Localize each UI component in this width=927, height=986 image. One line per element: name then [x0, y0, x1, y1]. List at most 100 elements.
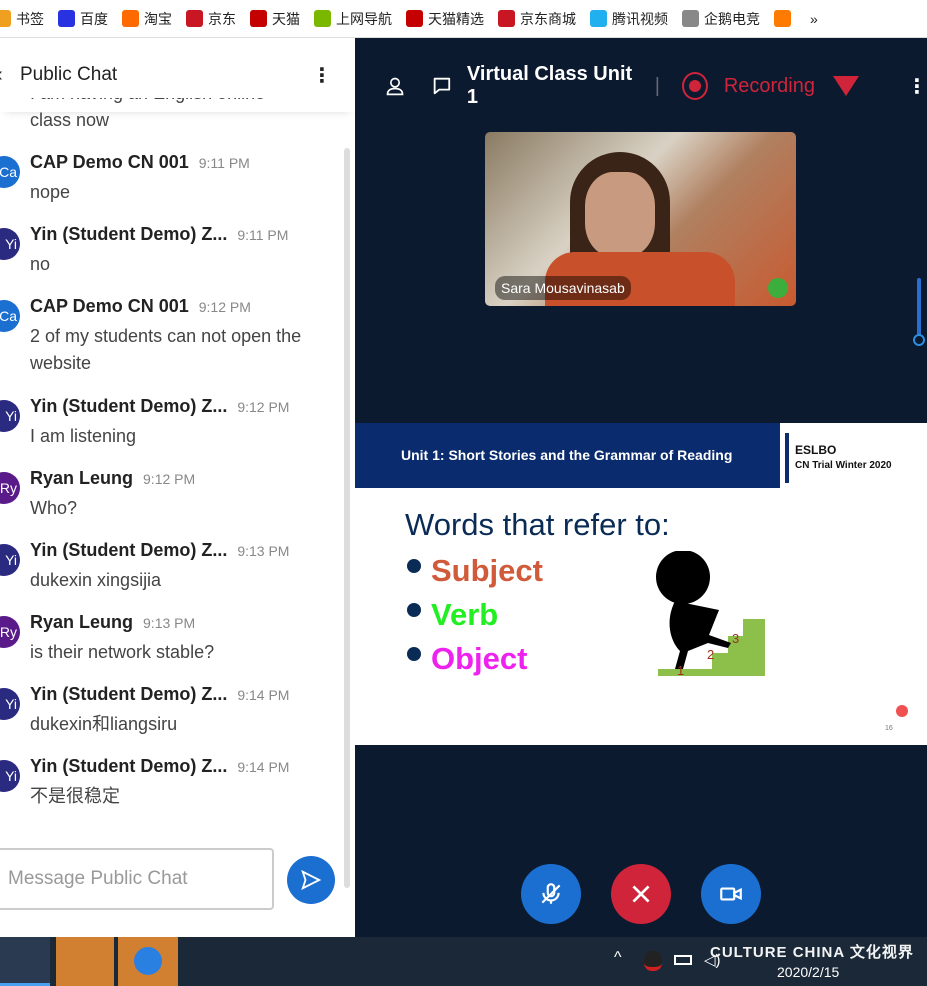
sender-name: CAP Demo CN 001: [30, 152, 189, 172]
laser-pointer: [896, 705, 908, 717]
back-chevron-icon[interactable]: ‹: [0, 64, 3, 87]
message-input[interactable]: Message Public Chat: [0, 848, 274, 910]
meeting-area: Virtual Class Unit 1 | Recording ⋮ Sara …: [355, 38, 927, 937]
recording-icon[interactable]: [681, 72, 708, 100]
svg-text:2: 2: [707, 647, 714, 662]
chat-message: Yi Yin (Student Demo) Z... 9:11 PM no: [0, 224, 345, 296]
more-options-icon[interactable]: ⋮: [907, 74, 927, 99]
chat-scrollbar[interactable]: [344, 148, 350, 888]
bookmark-label: 百度: [80, 10, 108, 27]
bookmark-label: 腾讯视频: [612, 10, 668, 27]
message-time: 9:11 PM: [237, 227, 289, 243]
message-text: I am listening: [30, 426, 137, 446]
presentation-slide: Unit 1: Short Stories and the Grammar of…: [355, 423, 927, 745]
avatar: Yi: [0, 400, 20, 432]
chat-bubble-icon[interactable]: [431, 75, 453, 97]
watermark: CULTURE CHINA 文化视界: [710, 944, 914, 961]
slide-brand-sub: CN Trial Winter 2020: [795, 460, 892, 471]
chat-message: Yi Yin (Student Demo) Z... 9:13 PM dukexin …: [0, 540, 345, 612]
bullet-dot-icon: [407, 603, 421, 617]
video-button[interactable]: [701, 864, 761, 924]
message-time: 9:12 PM: [198, 299, 251, 315]
avatar: Yi: [0, 760, 20, 792]
bookmark-icon: [774, 10, 791, 27]
slide-bullet: Subject: [407, 549, 543, 593]
slide-heading: Words that refer to:: [405, 507, 670, 542]
bookmark-item[interactable]: 百度: [58, 9, 108, 29]
message-text: dukexin xingsijia: [30, 570, 162, 590]
chat-message: Ry Ryan Leung 9:13 PM is their network stab…: [0, 612, 345, 684]
chat-message: Ca CAP Demo CN 001 9:12 PM 2 of my students…: [0, 296, 345, 396]
send-icon: [301, 869, 322, 891]
message-time: 9:14 PM: [237, 759, 290, 775]
svg-text:1: 1: [677, 663, 684, 678]
send-button[interactable]: [287, 856, 335, 904]
bookmark-item[interactable]: 京东: [186, 9, 236, 29]
message-time: 9:12 PM: [237, 399, 290, 415]
slide-brand: ESLBO: [795, 443, 837, 457]
connection-icon: [833, 76, 859, 96]
bookmark-label: 书签: [16, 10, 44, 27]
bookmark-label: 天猫精选: [428, 10, 484, 27]
message-time: 9:11 PM: [198, 155, 250, 171]
message-text: I am having an English online class now: [30, 98, 265, 130]
svg-text:3: 3: [732, 631, 739, 646]
bookmark-icon: [590, 10, 607, 27]
bookmarks-bar: 书签 百度 淘宝 京东 天猫 上网导航 天猫精选 京东商城 腾讯视频 企鹅电竞 »: [0, 0, 927, 38]
message-text: nope: [30, 182, 71, 202]
message-time: 9:14 PM: [237, 687, 290, 703]
bookmark-label: 淘宝: [144, 10, 172, 27]
bookmark-icon: [682, 10, 699, 27]
bookmark-item[interactable]: 京东商城: [498, 9, 576, 29]
taskbar-app-browser[interactable]: [0, 937, 50, 986]
bookmark-item[interactable]: 书签: [0, 9, 44, 29]
bookmark-icon: [406, 10, 423, 27]
taskbar-app-1[interactable]: [56, 937, 114, 986]
chat-message: Ca CAP Demo CN 001 9:11 PM nope: [0, 152, 345, 224]
sender-name: CAP Demo CN 001: [30, 296, 189, 316]
mic-off-icon: [541, 883, 561, 904]
bookmark-icon: [498, 10, 515, 27]
slide-bullet: Verb: [407, 593, 543, 637]
chat-message: Ry Ryan Leung 9:12 PM Who?: [0, 468, 345, 540]
sender-name: Ryan Leung: [30, 612, 134, 632]
chat-message: Yi Yin (Student Demo) Z... 9:14 PM dukexin和…: [0, 684, 345, 756]
bookmark-icon: [314, 10, 331, 27]
slide-page-number: 16: [885, 725, 893, 732]
bullet-dot-icon: [407, 647, 421, 661]
slide-header: Unit 1: Short Stories and the Grammar of…: [355, 423, 780, 488]
qq-icon[interactable]: [644, 951, 662, 971]
battery-icon[interactable]: [674, 955, 692, 965]
climbing-figure-icon: 1 2 3: [656, 551, 765, 678]
bookmark-item[interactable]: 天猫精选: [406, 9, 484, 29]
volume-slider[interactable]: [913, 278, 925, 346]
clock-date[interactable]: 2020/2/15: [777, 964, 839, 980]
avatar: Yi: [0, 544, 20, 576]
bookmark-item[interactable]: [774, 10, 796, 27]
bookmark-item[interactable]: 天猫: [250, 9, 300, 29]
mic-on-icon: [768, 278, 788, 298]
users-icon[interactable]: [385, 75, 405, 97]
message-text: no: [30, 254, 51, 274]
avatar: Ry: [0, 616, 20, 648]
bookmarks-more-icon[interactable]: »: [810, 11, 818, 27]
sender-name: Yin (Student Demo) Z...: [30, 684, 228, 704]
bookmark-item[interactable]: 淘宝: [122, 9, 172, 29]
presenter-name: Sara Mousavinasab: [495, 276, 631, 300]
mute-button[interactable]: [521, 864, 581, 924]
chat-message: I am having an English online class now: [0, 98, 345, 152]
leave-audio-button[interactable]: [611, 864, 671, 924]
tray-chevron-icon[interactable]: ^: [614, 949, 622, 967]
bookmark-item[interactable]: 腾讯视频: [590, 9, 668, 29]
more-options-icon[interactable]: ⋮: [312, 63, 332, 88]
bookmark-item[interactable]: 企鹅电竞: [682, 9, 760, 29]
phone-off-icon: [632, 885, 650, 903]
taskbar-app-2[interactable]: [118, 937, 178, 986]
bullet-dot-icon: [407, 559, 421, 573]
message-list: I am having an English online class now C…: [0, 98, 345, 848]
chat-message: Yi Yin (Student Demo) Z... 9:12 PM I am lis…: [0, 396, 345, 468]
bookmark-label: 企鹅电竞: [704, 10, 760, 27]
avatar: Yi: [0, 688, 20, 720]
bookmark-item[interactable]: 上网导航: [314, 9, 392, 29]
bookmark-icon: [250, 10, 267, 27]
